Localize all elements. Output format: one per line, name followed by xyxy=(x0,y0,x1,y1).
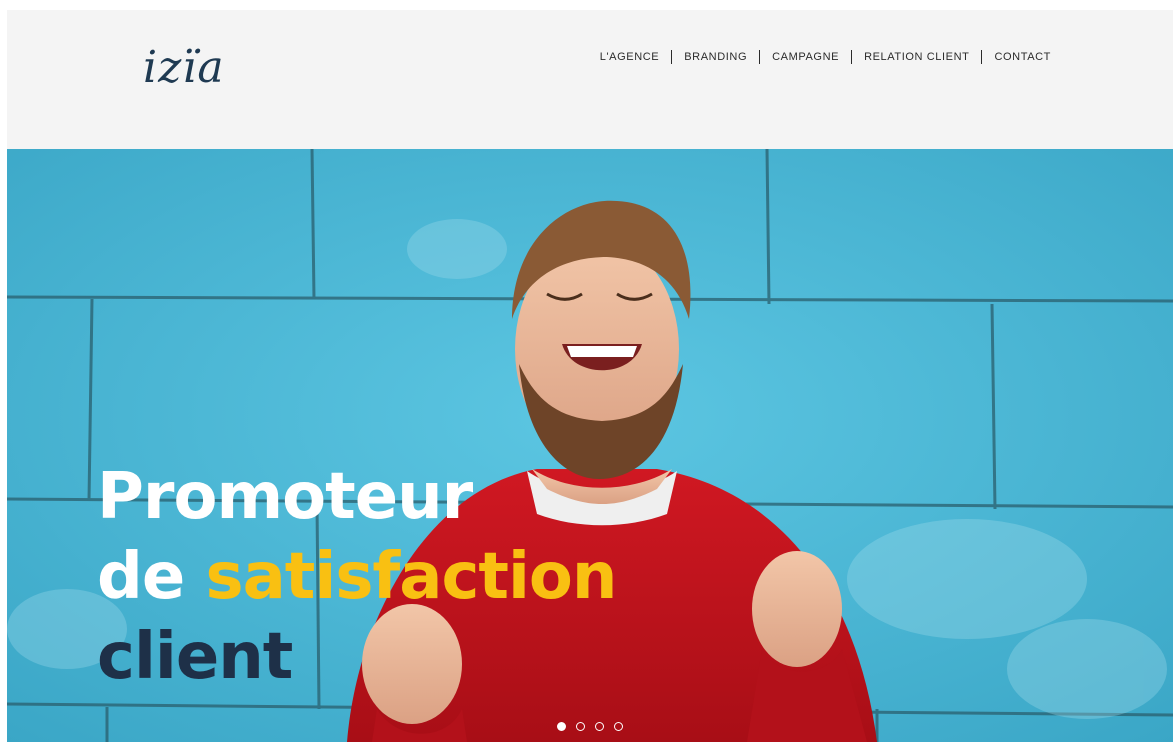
slider-dot-2[interactable] xyxy=(576,722,585,731)
logo-text: izïa xyxy=(143,42,225,93)
nav-separator xyxy=(981,50,983,64)
site-header: izïa L'AGENCE BRANDING CAMPAGNE RELATION… xyxy=(7,10,1173,149)
slider-dot-4[interactable] xyxy=(614,722,623,731)
main-nav: L'AGENCE BRANDING CAMPAGNE RELATION CLIE… xyxy=(600,50,1051,64)
slider-pagination xyxy=(557,722,623,731)
nav-item-campagne[interactable]: CAMPAGNE xyxy=(772,51,839,63)
slider-dot-3[interactable] xyxy=(595,722,604,731)
brand-logo[interactable]: izïa xyxy=(143,42,225,93)
slider-dot-1[interactable] xyxy=(557,722,566,731)
nav-separator xyxy=(759,50,761,64)
headline-line-3: client xyxy=(97,619,293,694)
hero-headline: Promoteur de satisfaction client xyxy=(97,457,618,697)
nav-item-contact[interactable]: CONTACT xyxy=(994,51,1051,63)
nav-item-branding[interactable]: BRANDING xyxy=(684,51,747,63)
headline-line-1: Promoteur xyxy=(97,459,473,534)
headline-word-de: de xyxy=(97,539,185,614)
nav-item-relation-client[interactable]: RELATION CLIENT xyxy=(864,51,969,63)
nav-separator xyxy=(671,50,673,64)
headline-word-satisfaction: satisfaction xyxy=(205,539,618,614)
hero-slider: Promoteur de satisfaction client xyxy=(7,149,1173,742)
page: izïa L'AGENCE BRANDING CAMPAGNE RELATION… xyxy=(0,0,1173,742)
nav-separator xyxy=(851,50,853,64)
nav-item-agence[interactable]: L'AGENCE xyxy=(600,51,659,63)
headline-line-2: de satisfaction xyxy=(97,537,618,617)
